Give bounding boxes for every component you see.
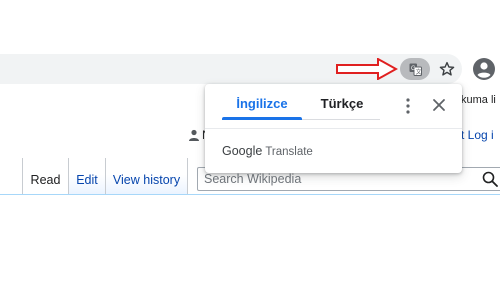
close-icon[interactable] [431, 97, 447, 113]
search-input[interactable] [204, 171, 474, 187]
profile-icon[interactable] [472, 57, 496, 81]
tabs-divider [0, 194, 500, 195]
google-translate-brand: Google Translate [222, 144, 313, 158]
more-options-icon[interactable] [398, 97, 418, 115]
user-icon [189, 129, 199, 141]
red-arrow-annotation [336, 58, 398, 80]
browser-toolbar: G 文 [0, 54, 500, 84]
star-icon[interactable] [436, 58, 458, 80]
translate-icon: G 文 [409, 63, 422, 76]
popup-divider [205, 128, 462, 129]
translate-wordmark: Translate [265, 146, 313, 158]
svg-text:文: 文 [416, 68, 422, 76]
translate-button[interactable]: G 文 [400, 58, 430, 80]
translate-popup: İngilizce Türkçe Google Translate [205, 84, 462, 173]
tab-edit[interactable]: Edit [69, 158, 106, 195]
top-link-partial[interactable]: kuma li [461, 94, 496, 106]
tab-read[interactable]: Read [22, 158, 69, 195]
tab-view-history[interactable]: View history [106, 158, 188, 195]
search-icon[interactable] [482, 171, 498, 187]
tab-turkish[interactable]: Türkçe [302, 96, 382, 120]
login-link-partial[interactable]: t Log i [461, 128, 494, 142]
selected-tab-indicator [222, 117, 302, 120]
google-wordmark: Google [222, 144, 263, 158]
